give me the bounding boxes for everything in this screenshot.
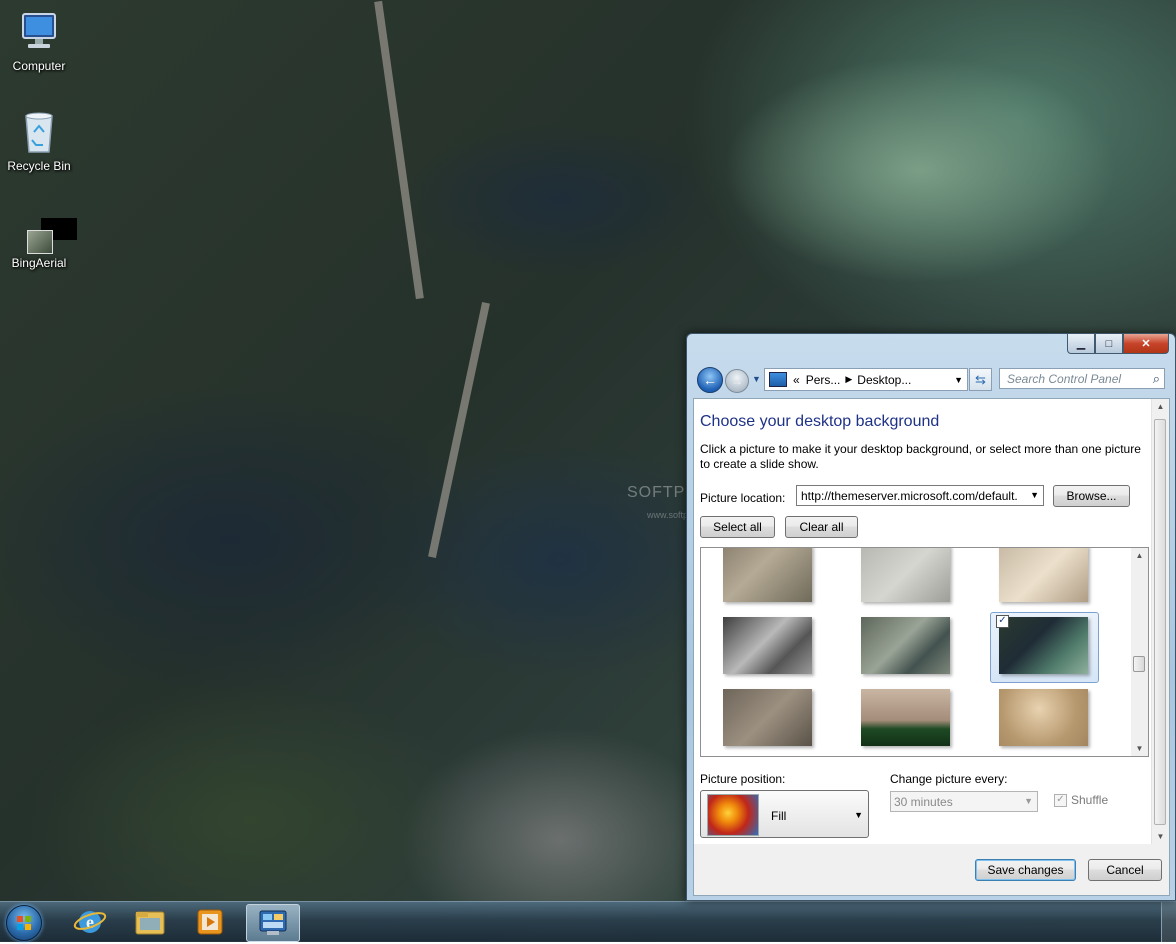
cancel-button[interactable]: Cancel (1088, 859, 1162, 881)
scroll-down-icon[interactable]: ▼ (1131, 744, 1148, 753)
taskbar-media-player[interactable] (184, 904, 236, 940)
content-scrollbar[interactable]: ▲ ▼ (1151, 399, 1169, 845)
desktop-icon-computer[interactable]: Computer (0, 10, 78, 73)
save-changes-button[interactable]: Save changes (975, 859, 1076, 881)
gallery-scrollbar[interactable]: ▲ ▼ (1131, 548, 1148, 756)
taskbar-internet-explorer[interactable]: e (64, 904, 116, 940)
wallpaper-gallery: ✓ ▲ ▼ (700, 547, 1149, 757)
change-picture-value: 30 minutes (894, 795, 953, 809)
content-scroll-thumb[interactable] (1154, 419, 1166, 825)
wallpaper-thumbnail[interactable] (723, 689, 812, 746)
desktop-icon-bing-aerial[interactable]: BingAerial (0, 218, 78, 270)
refresh-button[interactable]: ⇆ (969, 368, 992, 391)
wallpaper-thumbnail[interactable] (999, 689, 1088, 746)
personalization-window: ▁ □ ✕ ← → ▼ « Pers... ▶ Desktop... ▼ ⇆ S… (686, 333, 1176, 901)
dialog-footer: Save changes Cancel (693, 844, 1170, 896)
back-button[interactable]: ← (697, 367, 723, 393)
recycle-bin-icon (0, 108, 78, 157)
taskbar-control-panel[interactable] (246, 904, 300, 942)
chevron-right-icon[interactable]: ▶ (845, 374, 852, 385)
desktop-icon-recycle-bin[interactable]: Recycle Bin (0, 108, 78, 173)
address-overflow[interactable]: « (793, 373, 800, 387)
page-title: Choose your desktop background (700, 413, 940, 430)
arrow-right-icon: → (731, 374, 743, 388)
windows-logo-icon (17, 916, 31, 930)
browse-button[interactable]: Browse... (1053, 485, 1130, 507)
page-description: Click a picture to make it your desktop … (700, 442, 1141, 471)
shuffle-label: Shuffle (1071, 793, 1109, 807)
bridge-road (374, 0, 424, 300)
control-panel-icon (259, 910, 287, 935)
desktop-icon-label: BingAerial (11, 256, 67, 270)
arrow-left-icon: ← (703, 372, 717, 388)
chevron-down-icon: ▼ (1030, 490, 1039, 500)
chevron-down-icon: ▼ (1024, 796, 1033, 806)
caption-buttons: ▁ □ ✕ (1067, 334, 1169, 354)
change-picture-select[interactable]: 30 minutes ▼ (890, 791, 1038, 812)
search-placeholder: Search Control Panel (1007, 371, 1122, 386)
picture-location-select[interactable]: http://themeserver.microsoft.com/default… (796, 485, 1044, 506)
clear-all-button[interactable]: Clear all (785, 516, 858, 538)
wallpaper-thumbnail[interactable] (861, 548, 950, 602)
address-bar[interactable]: « Pers... ▶ Desktop... ▼ (764, 368, 968, 391)
maximize-button[interactable]: □ (1095, 334, 1123, 354)
media-player-icon (197, 909, 223, 935)
gallery-scroll-thumb[interactable] (1133, 656, 1145, 672)
bing-aerial-icon (14, 218, 77, 254)
picture-location-value: http://themeserver.microsoft.com/default… (801, 489, 1018, 503)
computer-icon (0, 10, 78, 57)
change-picture-label: Change picture every: (890, 772, 1008, 786)
bridge-road (428, 302, 490, 558)
wallpaper-thumbnail[interactable] (723, 617, 812, 674)
chevron-down-icon: ▼ (854, 810, 863, 820)
refresh-icon: ⇆ (975, 371, 986, 387)
desktop-icon-label: Recycle Bin (7, 159, 71, 173)
breadcrumb-personalization[interactable]: Pers... (806, 373, 841, 387)
control-panel-icon (769, 372, 787, 387)
wallpaper-thumbnail[interactable] (861, 689, 950, 746)
wallpaper-thumbnail[interactable] (861, 617, 950, 674)
chevron-down-icon[interactable]: ▼ (954, 375, 963, 385)
picture-position-value: Fill (771, 809, 787, 823)
taskbar-windows-explorer[interactable] (124, 904, 176, 940)
start-button[interactable] (6, 905, 42, 941)
flower-preview-icon (707, 794, 759, 836)
show-desktop-button[interactable] (1161, 902, 1176, 942)
windows-explorer-icon (135, 911, 165, 935)
recent-pages-dropdown[interactable]: ▼ (752, 374, 761, 384)
scroll-down-icon[interactable]: ▼ (1152, 832, 1169, 841)
shuffle-checkbox[interactable]: ✓ Shuffle (1054, 793, 1108, 807)
content-pane: Choose your desktop background Click a p… (693, 398, 1170, 846)
scroll-up-icon[interactable]: ▲ (1152, 402, 1169, 411)
search-input[interactable]: Search Control Panel ⌕ (999, 368, 1165, 389)
picture-position-select[interactable]: Fill ▼ (700, 790, 869, 838)
internet-explorer-icon: e (73, 911, 107, 933)
wallpaper-thumbnail[interactable] (999, 548, 1088, 602)
picture-position-label: Picture position: (700, 772, 786, 786)
search-icon[interactable]: ⌕ (1153, 371, 1160, 387)
desktop-icon-label: Computer (12, 59, 66, 73)
picture-location-label: Picture location: (700, 491, 786, 505)
scroll-up-icon[interactable]: ▲ (1131, 551, 1148, 560)
close-button[interactable]: ✕ (1123, 334, 1169, 354)
select-all-button[interactable]: Select all (700, 516, 775, 538)
checkbox-icon: ✓ (1054, 793, 1067, 807)
taskbar: e (0, 901, 1176, 942)
wallpaper-thumbnail-selected[interactable] (999, 617, 1088, 674)
forward-button[interactable]: → (725, 369, 749, 393)
thumbnail-checkbox[interactable]: ✓ (996, 615, 1009, 628)
wallpaper-thumbnail[interactable] (723, 548, 812, 602)
breadcrumb-desktop-background[interactable]: Desktop... (857, 373, 911, 387)
minimize-button[interactable]: ▁ (1067, 334, 1095, 354)
